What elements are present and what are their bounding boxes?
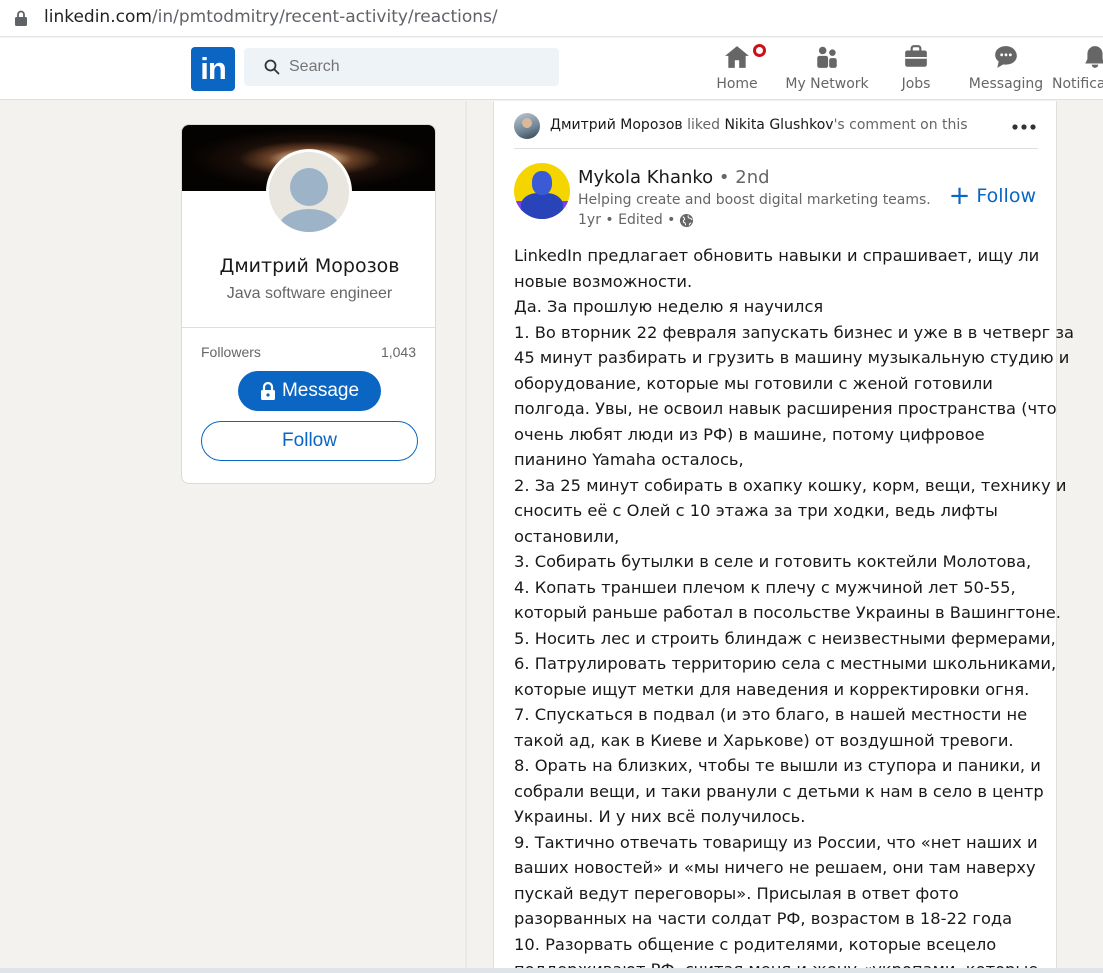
nav-home-label: Home	[716, 76, 758, 92]
messaging-icon	[995, 46, 1017, 68]
browser-address-bar[interactable]: linkedin.com/in/pmtodmitry/recent-activi…	[0, 0, 1103, 37]
jobs-icon	[905, 45, 927, 67]
post-text-line: 1. Во вторник 22 февраля запускать бизне…	[514, 322, 1074, 342]
post-follow-button[interactable]: + Follow	[948, 181, 1036, 211]
author-name[interactable]: Mykola Khanko • 2nd	[578, 167, 770, 188]
author-avatar[interactable]	[514, 163, 570, 219]
follow-button[interactable]: Follow	[201, 421, 418, 461]
nav-home[interactable]: Home	[712, 42, 768, 98]
post-text-line: очень любят люди из РФ) в машине, потому…	[514, 424, 985, 444]
followers-count: 1,043	[380, 344, 416, 360]
avatar-head	[532, 171, 552, 195]
search-input[interactable]	[289, 48, 549, 86]
post-meta: 1yr • Edited •	[578, 212, 694, 228]
profile-headline: Java software engineer	[226, 285, 393, 302]
activity-target[interactable]: Nikita Glushkov	[724, 117, 833, 133]
post-text-line: 5. Носить лес и строить блиндаж с неизве…	[514, 628, 1056, 648]
linkedin-navbar: in Home My Network Jobs	[0, 38, 1103, 100]
plus-icon: +	[948, 181, 971, 211]
followers-label: Followers	[201, 344, 261, 360]
post-text-line: собрали вещи, и таки рванули с детьми к …	[514, 781, 1044, 801]
nav-my-network[interactable]: My Network	[782, 42, 872, 98]
post-text-line: 2. За 25 минут собирать в охапку кошку, …	[514, 475, 1067, 495]
post-text-line: ваших новостей» и «мы ничего не решаем, …	[514, 858, 1036, 877]
more-options-icon[interactable]	[1010, 117, 1038, 137]
window-bottom-edge	[0, 968, 1103, 973]
post-text-line: который раньше работал в посольстве Укра…	[514, 603, 1061, 622]
post-body: LinkedIn предлагает обновить навыки и сп…	[514, 243, 1074, 973]
post-text-line: 6. Патрулировать территорию села с местн…	[514, 654, 1057, 673]
post-text-line: остановили,	[514, 526, 620, 546]
nav-my-network-label: My Network	[785, 76, 869, 92]
nav-messaging[interactable]: Messaging	[966, 42, 1046, 98]
home-icon	[725, 46, 749, 68]
post-text-line: 45 минут разбирать и грузить в машину му…	[514, 348, 1070, 367]
post-text-line: Украины. И у них всё получилось.	[514, 807, 806, 826]
post-text-line: LinkedIn предлагает обновить навыки и сп…	[514, 246, 1040, 265]
post-text-line: 4. Копать траншеи плечом к плечу с мужчи…	[514, 577, 1016, 597]
post-text-line: которые ищут метки для наведения и корре…	[514, 679, 1030, 699]
avatar-body	[278, 209, 340, 232]
post-text-line: сносить её с Олей с 10 этажа за три ходк…	[514, 501, 998, 520]
post-meta-text: 1yr • Edited •	[578, 212, 676, 228]
connection-degree: • 2nd	[713, 167, 770, 188]
post-text-line: 7. Спускаться в подвал (и это благо, в н…	[514, 705, 1028, 724]
post-text-line: 10. Разорвать общение с родителями, кото…	[514, 934, 997, 954]
activity-actor[interactable]: Дмитрий Морозов	[550, 117, 683, 133]
post-text-line: 3. Собирать бутылки в селе и готовить ко…	[514, 552, 1032, 571]
url-path: /in/pmtodmitry/recent-activity/reactions…	[151, 7, 498, 27]
avatar-head	[290, 168, 328, 206]
lock-icon	[260, 382, 275, 400]
logo-text: in	[200, 51, 227, 86]
lock-icon	[15, 10, 27, 26]
network-icon	[817, 46, 837, 68]
search-box[interactable]	[244, 48, 559, 86]
feed-separator	[465, 101, 467, 973]
post-text-line: полгода. Увы, не освоил навык расширения…	[514, 399, 1057, 418]
nav-jobs[interactable]: Jobs	[891, 42, 941, 98]
search-icon	[264, 59, 280, 75]
author-name-text: Mykola Khanko	[578, 167, 714, 188]
notification-badge	[751, 42, 768, 59]
post-text-line: оборудование, которые мы готовили с жено…	[514, 373, 993, 393]
card-divider	[182, 327, 435, 328]
globe-icon	[680, 213, 694, 227]
profile-card: Дмитрий Морозов Java software engineer F…	[181, 124, 436, 484]
activity-text: Дмитрий Морозов liked Nikita Glushkov's …	[550, 117, 968, 133]
nav-notifications-label: Notifica	[1052, 76, 1103, 92]
author-headline: Helping create and boost digital marketi…	[578, 192, 931, 208]
post-text-line: 8. Орать на близких, чтобы те вышли из с…	[514, 756, 1041, 775]
url-host: linkedin.com	[44, 7, 152, 27]
post-text-line: разорванных на части солдат РФ, возрасто…	[514, 909, 1013, 928]
post-text-line: 9. Тактично отвечать товарищу из России,…	[514, 832, 1038, 852]
activity-suffix: 's comment on this	[833, 117, 968, 133]
profile-name[interactable]: Дмитрий Морозов	[182, 255, 435, 277]
actor-avatar[interactable]	[514, 113, 540, 139]
bell-icon	[1085, 46, 1103, 68]
linkedin-logo[interactable]: in	[191, 47, 235, 91]
activity-verb: liked	[682, 117, 725, 133]
avatar-body	[521, 193, 563, 219]
profile-avatar[interactable]	[266, 149, 352, 235]
url-text[interactable]: linkedin.com/in/pmtodmitry/recent-activi…	[44, 7, 498, 27]
post-text-line: новые возможности.	[514, 271, 693, 291]
post-text-line: такой ад, как в Киеве и Харькове) от воз…	[514, 730, 1014, 750]
post-text-line: пианино Yamaha осталось,	[514, 450, 744, 469]
post-card: Дмитрий Морозов liked Nikita Glushkov's …	[493, 101, 1074, 973]
message-button[interactable]: Message	[238, 371, 381, 411]
nav-jobs-label: Jobs	[901, 76, 931, 92]
activity-header: Дмитрий Морозов liked Nikita Glushkov's …	[514, 113, 1038, 149]
message-button-label: Message	[281, 380, 360, 401]
post-text-line: пускай ведут переговоры». Присылая в отв…	[514, 883, 959, 903]
post-text-line: Да. За прошлую неделю я научился	[514, 297, 824, 316]
post-follow-label: Follow	[976, 185, 1036, 207]
nav-messaging-label: Messaging	[968, 76, 1044, 92]
nav-notifications[interactable]: Notifica	[1052, 42, 1103, 98]
